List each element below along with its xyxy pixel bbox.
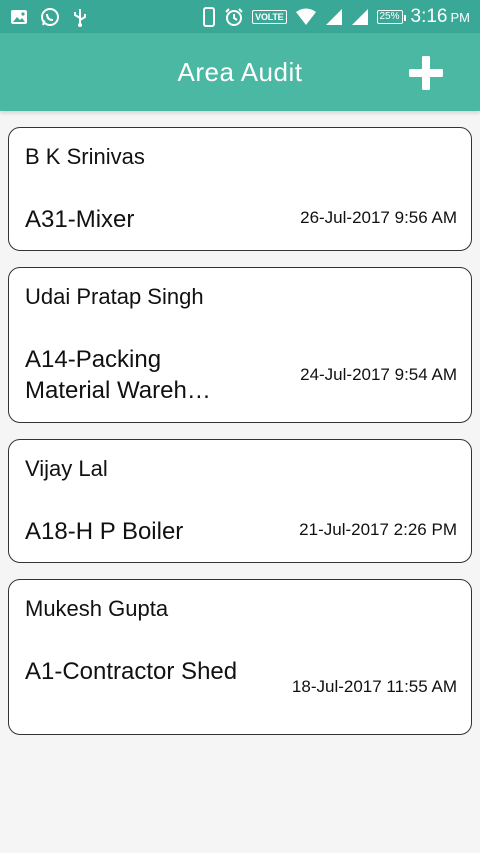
audit-date: 18-Jul-2017 11:55 AM: [291, 677, 457, 696]
auditor-name: Udai Pratap Singh: [25, 284, 204, 309]
auditor-name: Vijay Lal: [25, 456, 108, 481]
clock-time: 3:16: [410, 5, 448, 27]
audit-card[interactable]: B K Srinivas A31-Mixer 26-Jul-2017 9:56 …: [8, 127, 472, 251]
status-right: VOLTE 25% 3:16 PM: [202, 6, 470, 28]
volte-badge: VOLTE: [252, 9, 287, 24]
audit-date: 24-Jul-2017 9:54 AM: [300, 365, 457, 384]
usb-icon: [72, 7, 88, 27]
audit-card[interactable]: Mukesh Gupta A1-Contractor Shed 18-Jul-2…: [8, 579, 472, 735]
clock: 3:16 PM: [411, 6, 470, 28]
app-bar: Area Audit: [0, 33, 480, 111]
audit-date: 21-Jul-2017 2:26 PM: [299, 520, 457, 539]
signal-icon: [351, 8, 369, 26]
auditor-name: Mukesh Gupta: [25, 596, 169, 621]
area-name: A1-Contractor Shed: [25, 658, 238, 685]
area-name: A18-H P Boiler: [25, 518, 184, 545]
wifi-icon: [295, 8, 317, 26]
status-bar: VOLTE 25% 3:16 PM: [0, 0, 480, 33]
add-audit-button[interactable]: [408, 55, 444, 91]
battery-indicator: 25%: [376, 9, 406, 24]
auditor-name: B K Srinivas: [25, 144, 145, 169]
plus-icon: [409, 56, 443, 90]
area-name: A14-Packing Material Wareh…: [25, 346, 211, 404]
audit-date: 26-Jul-2017 9:56 AM: [300, 208, 457, 227]
whatsapp-icon: [40, 7, 60, 27]
alarm-icon: [224, 7, 244, 27]
status-left: [10, 7, 88, 27]
audit-card[interactable]: Udai Pratap Singh A14-Packing Material W…: [8, 267, 472, 423]
audit-card[interactable]: Vijay Lal A18-H P Boiler 21-Jul-2017 2:2…: [8, 439, 472, 563]
clock-ampm: PM: [450, 9, 471, 25]
signal-icon: [325, 8, 343, 26]
phone-vibrate-icon: [202, 6, 216, 27]
area-name: A31-Mixer: [25, 206, 135, 233]
image-icon: [10, 8, 28, 26]
audit-list: B K Srinivas A31-Mixer 26-Jul-2017 9:56 …: [8, 127, 472, 751]
